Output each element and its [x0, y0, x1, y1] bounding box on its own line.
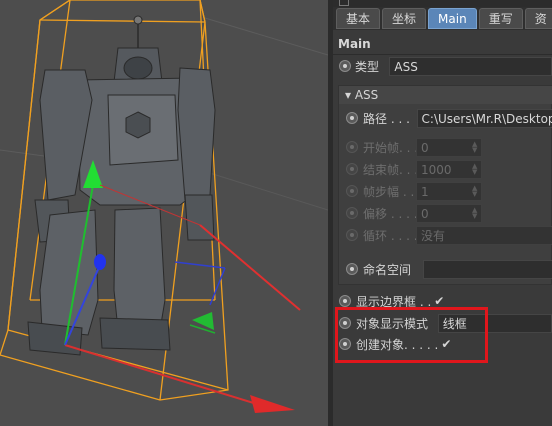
create-object-row: 创建对象. . . . . ✔ [333, 333, 552, 355]
cycle-label: 循环 . . . . [363, 228, 418, 243]
type-radio[interactable] [339, 60, 351, 72]
type-row: 类型 ASS [333, 55, 552, 77]
spinner-icon: ▲ ▼ [472, 161, 478, 176]
viewport-scene [0, 0, 328, 413]
spinner-icon: ▲ ▼ [472, 183, 478, 198]
display-mode-radio[interactable] [339, 317, 351, 329]
type-label: 类型 [355, 59, 380, 74]
start-frame-radio [346, 141, 358, 153]
path-radio[interactable] [346, 112, 358, 124]
tab-coord[interactable]: 坐标 [382, 8, 427, 29]
show-bbox-checkbox[interactable]: ✔ [434, 294, 444, 308]
z-axis-handle [94, 254, 106, 270]
robot-model[interactable] [27, 15, 216, 356]
display-mode-select[interactable]: 线框 [437, 313, 552, 333]
tab-override[interactable]: 重写 [478, 8, 523, 29]
path-row: 路径 . . . C:\Users\Mr.R\Desktop\ro [339, 107, 552, 129]
namespace-field[interactable] [423, 259, 552, 279]
offset-row: 偏移 . . . . 0 ▲ ▼ [339, 202, 552, 224]
end-frame-radio [346, 163, 358, 175]
cycle-row: 循环 . . . . 没有 [339, 224, 552, 246]
3d-viewport[interactable] [0, 0, 328, 426]
end-frame-wrap: 1000 ▲ ▼ [416, 159, 482, 179]
end-frame-row: 结束帧. . . 1000 ▲ ▼ [339, 158, 552, 180]
collapse-icon[interactable] [339, 0, 349, 6]
frame-step-wrap: 1 ▲ ▼ [416, 181, 482, 201]
show-bbox-row: 显示边界框 . . ✔ [333, 290, 552, 312]
ass-group-header[interactable]: ▾ ASS [339, 86, 552, 104]
offset-wrap: 0 ▲ ▼ [416, 203, 482, 223]
cycle-radio [346, 229, 358, 241]
cycle-field: 没有 [416, 225, 552, 245]
spinner-icon: ▲ ▼ [472, 205, 478, 220]
offset-radio [346, 207, 358, 219]
attribute-manager: 基本 坐标 Main 重写 资 Main 类型 ASS ▾ ASS 路径 . .… [333, 0, 552, 426]
tab-basic[interactable]: 基本 [336, 8, 381, 29]
display-mode-label: 对象显示模式 [356, 316, 429, 331]
section-title: Main [333, 33, 552, 55]
show-bbox-radio[interactable] [339, 295, 351, 307]
frame-step-row: 帧步幅 . . 1 ▲ ▼ [339, 180, 552, 202]
top-strip [333, 0, 552, 7]
frame-step-radio [346, 185, 358, 197]
tab-bar: 基本 坐标 Main 重写 资 [333, 7, 552, 30]
x-axis-arrow [250, 395, 295, 413]
frame-step-field: 1 [421, 184, 429, 199]
namespace-radio[interactable] [346, 263, 358, 275]
start-frame-wrap: 0 ▲ ▼ [416, 137, 482, 157]
display-mode-row: 对象显示模式 线框 [333, 312, 552, 334]
tab-assets[interactable]: 资 [524, 8, 552, 29]
path-field[interactable]: C:\Users\Mr.R\Desktop\ro [416, 108, 552, 128]
start-frame-label: 开始帧. . . [363, 140, 419, 155]
offset-label: 偏移 . . . . [363, 206, 418, 221]
create-object-label: 创建对象. . . . . [356, 337, 439, 352]
offset-field: 0 [421, 206, 429, 221]
start-frame-field: 0 [421, 140, 429, 155]
namespace-row: 命名空间 [339, 258, 552, 280]
type-field[interactable]: ASS [389, 56, 552, 76]
tab-main[interactable]: Main [428, 8, 477, 29]
frame-step-label: 帧步幅 . . [363, 184, 415, 199]
spinner-icon: ▲ ▼ [472, 139, 478, 154]
namespace-label: 命名空间 [363, 262, 412, 277]
end-frame-field: 1000 [421, 162, 452, 177]
end-frame-label: 结束帧. . . [363, 162, 419, 177]
show-bbox-label: 显示边界框 . . [356, 294, 432, 309]
create-object-radio[interactable] [339, 338, 351, 350]
ass-group: ▾ ASS 路径 . . . C:\Users\Mr.R\Desktop\ro … [338, 85, 552, 285]
create-object-checkbox[interactable]: ✔ [441, 337, 451, 351]
start-frame-row: 开始帧. . . 0 ▲ ▼ [339, 136, 552, 158]
path-label: 路径 . . . [363, 111, 410, 126]
